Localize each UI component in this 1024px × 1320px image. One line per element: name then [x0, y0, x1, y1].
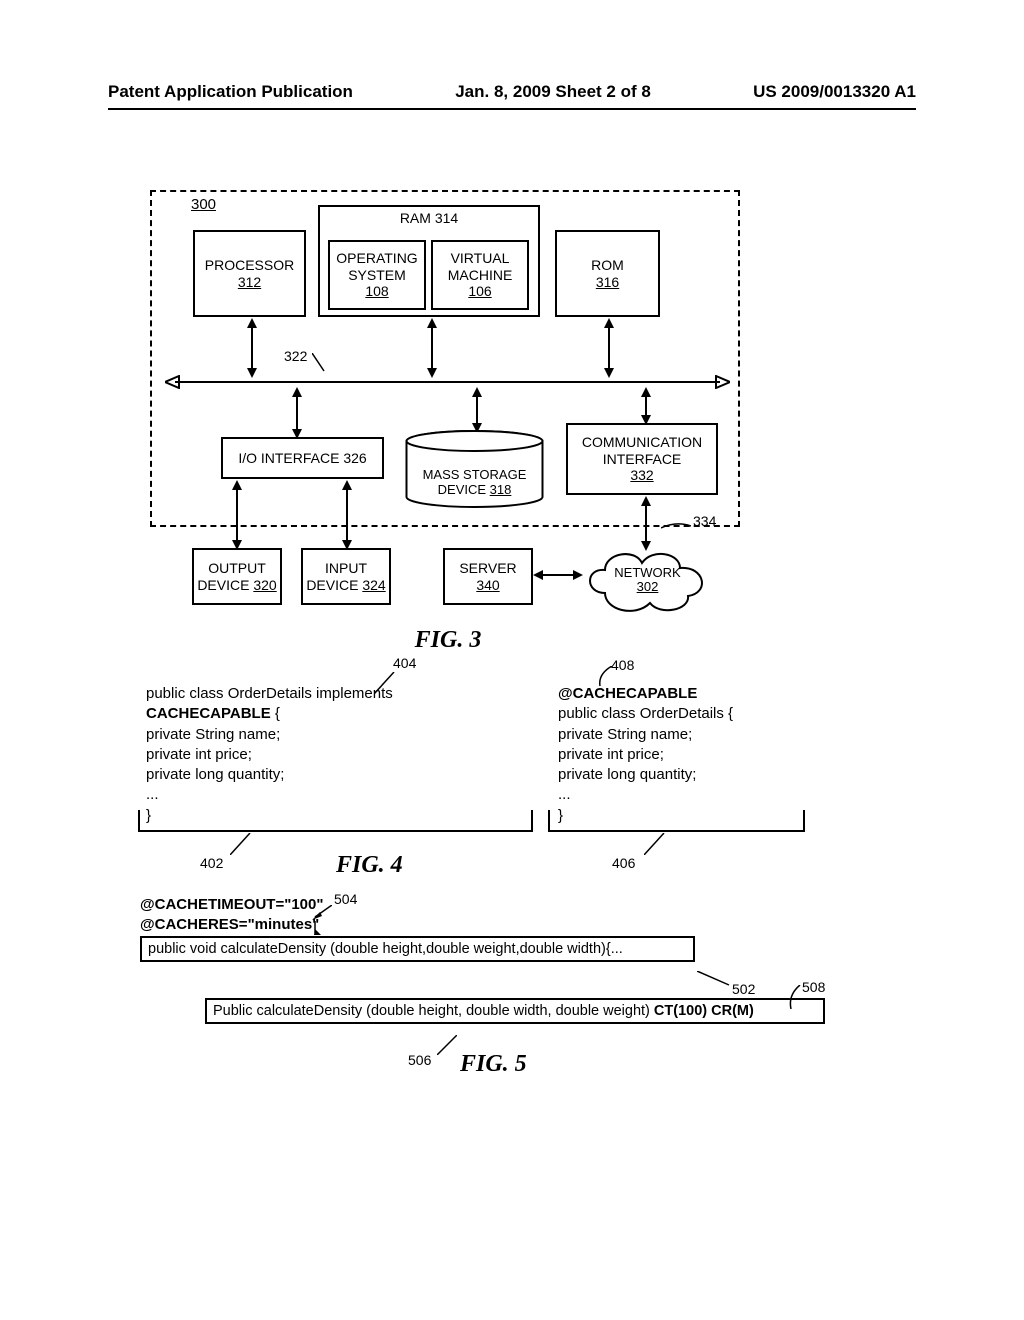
arrow-io-bus [290, 387, 304, 439]
ram-label: RAM 314 [400, 210, 458, 226]
arrow-rom-bus [602, 318, 616, 378]
lead-502: 502 [732, 981, 755, 997]
code-line: private long quantity; [146, 765, 521, 785]
output-label-2: DEVICE 320 [197, 577, 276, 594]
processor-ref: 312 [238, 274, 261, 291]
bracket-402 [138, 810, 533, 832]
bus-label: 322 [284, 348, 307, 364]
output-device-box: OUTPUT DEVICE 320 [192, 548, 282, 605]
code-snippet-502-annot: @CACHETIMEOUT="100" @CACHERES="minutes" [140, 895, 840, 934]
input-label-1: INPUT [325, 560, 367, 577]
os-ref: 108 [365, 283, 388, 300]
cachecapable-annotation: @CACHECAPABLE [558, 684, 803, 704]
vm-ref: 106 [468, 283, 491, 300]
mass-storage-label-group: MASS STORAGE DEVICE 318 [403, 468, 546, 498]
comm-label-1: COMMUNICATION [582, 434, 702, 451]
header-rule [108, 108, 916, 110]
code-line: public class OrderDetails { [558, 704, 803, 724]
lead-506: 506 [408, 1052, 431, 1068]
arrow-io-out [230, 480, 244, 550]
rom-label: ROM [591, 257, 624, 274]
arrow-io-in [340, 480, 354, 550]
code-snippet-402: public class OrderDetails implements CAC… [146, 684, 521, 826]
arrow-ram-bus [425, 318, 439, 378]
rom-ref: 316 [596, 274, 619, 291]
figure-3: 300 PROCESSOR 312 RAM 314 OPERATING SYST… [150, 190, 750, 620]
lead-504: 504 [334, 891, 357, 907]
lead-406-line [644, 833, 666, 855]
mass-storage-label-2: DEVICE 318 [403, 483, 546, 498]
os-label-2: SYSTEM [348, 267, 406, 284]
header-right: US 2009/0013320 A1 [753, 82, 916, 102]
figure-5: 504 @CACHETIMEOUT="100" @CACHERES="minut… [140, 895, 840, 1024]
code-line: private int price; [558, 745, 803, 765]
lead-508: 508 [802, 979, 825, 995]
fig3-caption: FIG. 3 [388, 627, 508, 654]
bracket-406 [548, 810, 805, 832]
lead-402: 402 [200, 855, 223, 871]
header-center: Jan. 8, 2009 Sheet 2 of 8 [455, 82, 651, 102]
comm-interface-box: COMMUNICATION INTERFACE 332 [566, 423, 718, 495]
ref-300: 300 [191, 196, 216, 213]
lead-406: 406 [612, 855, 635, 871]
lead-508-line [788, 985, 802, 1011]
rom-box: ROM 316 [555, 230, 660, 317]
page-header: Patent Application Publication Jan. 8, 2… [108, 82, 916, 102]
lead-504-line [312, 905, 332, 935]
input-device-box: INPUT DEVICE 324 [301, 548, 391, 605]
code-line: ... [558, 785, 803, 805]
processor-label: PROCESSOR [205, 257, 294, 274]
lead-402-line [230, 833, 252, 855]
fig5-caption: FIG. 5 [460, 1051, 527, 1078]
code-line: private long quantity; [558, 765, 803, 785]
server-box: SERVER 340 [443, 548, 533, 605]
vm-label-1: VIRTUAL [451, 250, 510, 267]
lead-502-line [697, 971, 733, 989]
arrow-proc-bus [245, 318, 259, 378]
comm-ref: 332 [630, 467, 653, 484]
cacheres-annot: @CACHERES="minutes" [140, 915, 840, 935]
network-label: NETWORK [580, 566, 715, 580]
arrow-comm-bus [639, 387, 653, 425]
io-interface-box: I/O INTERFACE 326 [221, 437, 384, 479]
cachecapable-keyword: CACHECAPABLE [146, 705, 271, 722]
arrow-comm-net [639, 496, 653, 551]
os-label-1: OPERATING [336, 250, 417, 267]
arrow-mass-bus [470, 387, 484, 433]
cachetimeout-annot: @CACHETIMEOUT="100" [140, 895, 840, 915]
os-box: OPERATING SYSTEM 108 [328, 240, 426, 310]
ref-334-text: 334 [693, 513, 716, 529]
code-502-text: public void calculateDensity (double hei… [148, 941, 623, 957]
code-box-506: Public calculateDensity (double height, … [205, 998, 825, 1024]
code-line: private int price; [146, 745, 521, 765]
vm-box: VIRTUAL MACHINE 106 [431, 240, 529, 310]
header-left: Patent Application Publication [108, 82, 353, 102]
code-506-text: Public calculateDensity (double height, … [213, 1003, 754, 1019]
fig4-caption: FIG. 4 [336, 852, 403, 879]
lead-404: 404 [393, 655, 416, 671]
bus-label-text: 322 [284, 348, 307, 364]
lead-408: 408 [611, 657, 634, 673]
code-box-502: public void calculateDensity (double hei… [140, 936, 695, 962]
code-line: ... [146, 785, 521, 805]
input-label-2: DEVICE 324 [306, 577, 385, 594]
network-ref: 302 [580, 580, 715, 594]
code-line: public class OrderDetails implements CAC… [146, 684, 521, 725]
code-snippet-406: @CACHECAPABLE public class OrderDetails … [558, 684, 803, 826]
mass-storage-label-1: MASS STORAGE [403, 468, 546, 483]
ref-334: 334 [693, 513, 716, 529]
arrow-server-net [533, 568, 583, 582]
lead-506-line [437, 1035, 457, 1055]
comm-label-2: INTERFACE [603, 451, 682, 468]
server-ref: 340 [476, 577, 499, 594]
vm-label-2: MACHINE [448, 267, 513, 284]
output-label-1: OUTPUT [208, 560, 266, 577]
io-label: I/O INTERFACE 326 [238, 450, 366, 467]
code-line: private String name; [558, 725, 803, 745]
network-cloud: NETWORK 302 [580, 548, 715, 613]
processor-box: PROCESSOR 312 [193, 230, 306, 317]
server-label: SERVER [459, 560, 516, 577]
patent-page: Patent Application Publication Jan. 8, 2… [0, 0, 1024, 1320]
code-line: private String name; [146, 725, 521, 745]
